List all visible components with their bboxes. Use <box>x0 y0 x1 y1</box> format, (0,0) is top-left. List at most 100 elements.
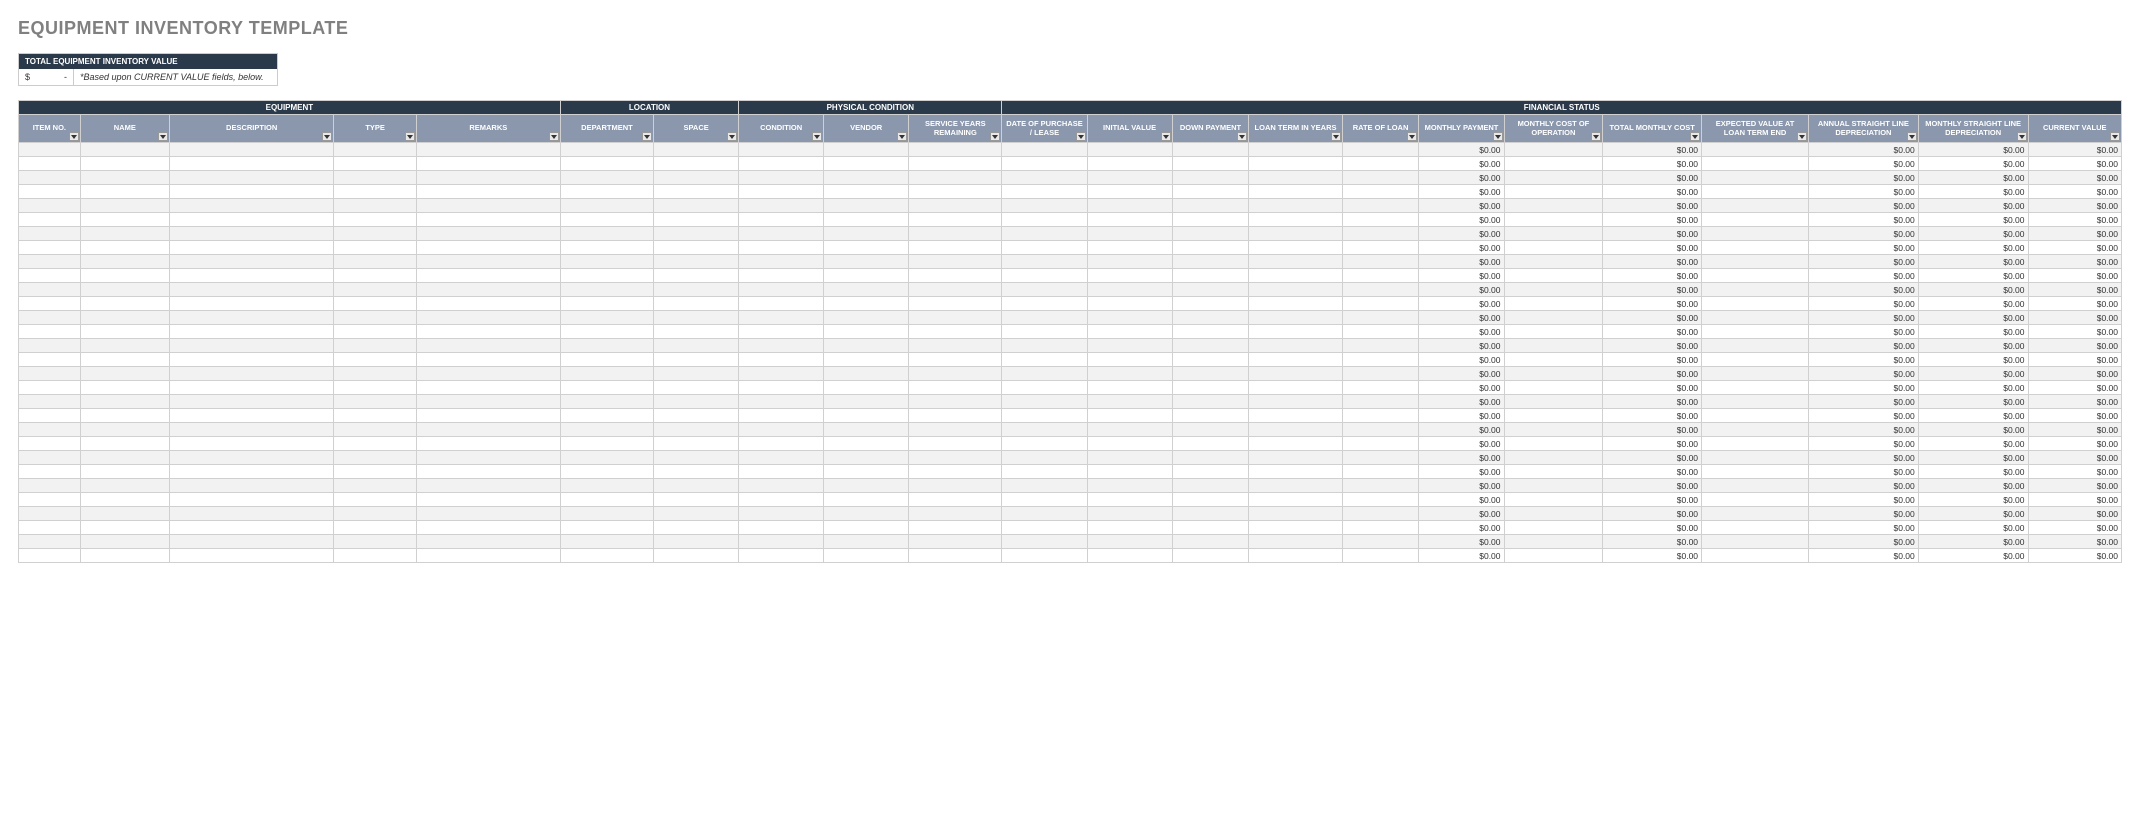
cell-vendor[interactable] <box>824 185 909 199</box>
cell-dept[interactable] <box>560 213 653 227</box>
cell-init[interactable] <box>1087 157 1172 171</box>
cell-tmcost[interactable]: $0.00 <box>1603 367 1702 381</box>
cell-mpay[interactable]: $0.00 <box>1419 227 1504 241</box>
cell-name[interactable] <box>80 325 169 339</box>
cell-space[interactable] <box>654 465 739 479</box>
cell-mpay[interactable]: $0.00 <box>1419 241 1504 255</box>
cell-date[interactable] <box>1002 241 1087 255</box>
cell-svc[interactable] <box>909 423 1002 437</box>
cell-down[interactable] <box>1172 409 1249 423</box>
cell-desc[interactable] <box>169 479 334 493</box>
cell-svc[interactable] <box>909 255 1002 269</box>
cell-mpay[interactable]: $0.00 <box>1419 325 1504 339</box>
cell-name[interactable] <box>80 311 169 325</box>
cell-mcost[interactable] <box>1504 255 1603 269</box>
cell-svc[interactable] <box>909 199 1002 213</box>
cell-curr[interactable]: $0.00 <box>2028 157 2122 171</box>
cell-curr[interactable]: $0.00 <box>2028 423 2122 437</box>
cell-mpay[interactable]: $0.00 <box>1419 255 1504 269</box>
cell-curr[interactable]: $0.00 <box>2028 381 2122 395</box>
cell-remarks[interactable] <box>416 395 560 409</box>
cell-mpay[interactable]: $0.00 <box>1419 311 1504 325</box>
cell-itemno[interactable] <box>19 409 81 423</box>
cell-init[interactable] <box>1087 353 1172 367</box>
cell-tmcost[interactable]: $0.00 <box>1603 465 1702 479</box>
cell-dept[interactable] <box>560 297 653 311</box>
cell-adep[interactable]: $0.00 <box>1809 395 1919 409</box>
cell-down[interactable] <box>1172 521 1249 535</box>
cell-name[interactable] <box>80 269 169 283</box>
cell-date[interactable] <box>1002 423 1087 437</box>
cell-loanterm[interactable] <box>1249 325 1342 339</box>
cell-adep[interactable]: $0.00 <box>1809 479 1919 493</box>
cell-expv[interactable] <box>1702 423 1809 437</box>
cell-down[interactable] <box>1172 297 1249 311</box>
cell-date[interactable] <box>1002 493 1087 507</box>
cell-remarks[interactable] <box>416 535 560 549</box>
cell-desc[interactable] <box>169 535 334 549</box>
cell-remarks[interactable] <box>416 507 560 521</box>
cell-init[interactable] <box>1087 269 1172 283</box>
cell-rate[interactable] <box>1342 437 1419 451</box>
cell-remarks[interactable] <box>416 241 560 255</box>
cell-desc[interactable] <box>169 423 334 437</box>
cell-dept[interactable] <box>560 395 653 409</box>
cell-date[interactable] <box>1002 535 1087 549</box>
cell-expv[interactable] <box>1702 227 1809 241</box>
cell-desc[interactable] <box>169 297 334 311</box>
cell-curr[interactable]: $0.00 <box>2028 479 2122 493</box>
filter-dropdown-icon[interactable] <box>1161 132 1171 141</box>
cell-type[interactable] <box>334 325 416 339</box>
cell-adep[interactable]: $0.00 <box>1809 143 1919 157</box>
cell-desc[interactable] <box>169 521 334 535</box>
cell-vendor[interactable] <box>824 171 909 185</box>
cell-down[interactable] <box>1172 549 1249 563</box>
cell-adep[interactable]: $0.00 <box>1809 409 1919 423</box>
cell-dept[interactable] <box>560 493 653 507</box>
cell-loanterm[interactable] <box>1249 269 1342 283</box>
cell-itemno[interactable] <box>19 241 81 255</box>
cell-cond[interactable] <box>739 437 824 451</box>
cell-init[interactable] <box>1087 283 1172 297</box>
cell-remarks[interactable] <box>416 157 560 171</box>
cell-rate[interactable] <box>1342 367 1419 381</box>
cell-mcost[interactable] <box>1504 143 1603 157</box>
cell-loanterm[interactable] <box>1249 535 1342 549</box>
cell-cond[interactable] <box>739 339 824 353</box>
cell-mcost[interactable] <box>1504 493 1603 507</box>
cell-mpay[interactable]: $0.00 <box>1419 157 1504 171</box>
cell-mdep[interactable]: $0.00 <box>1918 549 2028 563</box>
cell-itemno[interactable] <box>19 213 81 227</box>
cell-mdep[interactable]: $0.00 <box>1918 493 2028 507</box>
cell-vendor[interactable] <box>824 157 909 171</box>
cell-itemno[interactable] <box>19 479 81 493</box>
cell-init[interactable] <box>1087 241 1172 255</box>
cell-init[interactable] <box>1087 423 1172 437</box>
cell-loanterm[interactable] <box>1249 549 1342 563</box>
cell-down[interactable] <box>1172 311 1249 325</box>
cell-mcost[interactable] <box>1504 507 1603 521</box>
cell-dept[interactable] <box>560 241 653 255</box>
cell-loanterm[interactable] <box>1249 171 1342 185</box>
cell-space[interactable] <box>654 157 739 171</box>
cell-cond[interactable] <box>739 143 824 157</box>
cell-cond[interactable] <box>739 549 824 563</box>
cell-loanterm[interactable] <box>1249 241 1342 255</box>
cell-desc[interactable] <box>169 395 334 409</box>
cell-init[interactable] <box>1087 409 1172 423</box>
cell-remarks[interactable] <box>416 339 560 353</box>
cell-itemno[interactable] <box>19 493 81 507</box>
cell-remarks[interactable] <box>416 325 560 339</box>
cell-svc[interactable] <box>909 283 1002 297</box>
cell-expv[interactable] <box>1702 353 1809 367</box>
cell-curr[interactable]: $0.00 <box>2028 325 2122 339</box>
cell-tmcost[interactable]: $0.00 <box>1603 423 1702 437</box>
cell-desc[interactable] <box>169 381 334 395</box>
cell-loanterm[interactable] <box>1249 199 1342 213</box>
cell-expv[interactable] <box>1702 325 1809 339</box>
cell-expv[interactable] <box>1702 451 1809 465</box>
cell-rate[interactable] <box>1342 535 1419 549</box>
cell-init[interactable] <box>1087 255 1172 269</box>
cell-loanterm[interactable] <box>1249 465 1342 479</box>
cell-init[interactable] <box>1087 549 1172 563</box>
